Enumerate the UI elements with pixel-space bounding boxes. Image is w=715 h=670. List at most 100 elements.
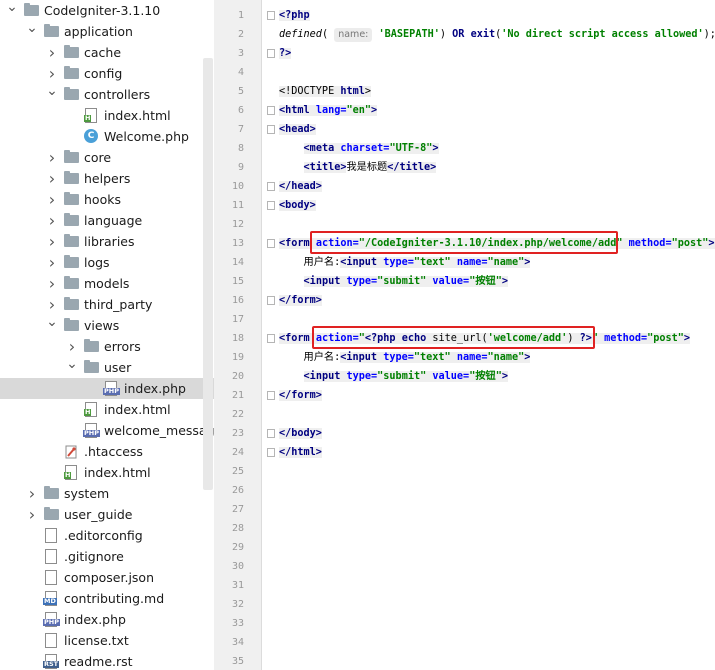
type-value: "text" — [413, 257, 451, 268]
tree-item[interactable]: › cache — [0, 42, 214, 63]
fold-marker-icon[interactable] — [267, 239, 275, 248]
tree-item[interactable]: › core — [0, 147, 214, 168]
fold-marker-icon[interactable] — [267, 106, 275, 115]
paren-close: ) — [439, 29, 453, 40]
chevron-right-icon[interactable]: › — [46, 147, 58, 168]
tag-end: > — [524, 352, 531, 363]
fold-marker-icon[interactable] — [267, 125, 275, 134]
value-value: "按钮" — [469, 371, 502, 382]
tree-item[interactable]: composer.json — [0, 567, 214, 588]
title-tag: <title> — [303, 162, 347, 173]
line-number: 34 — [231, 637, 244, 648]
project-tree[interactable]: ⌄ CodeIgniter-3.1.10 ⌄ application › cache › co… — [0, 0, 214, 670]
tree-item-label: views — [84, 318, 120, 333]
fold-marker-icon[interactable] — [267, 182, 275, 191]
chevron-right-icon[interactable]: › — [46, 273, 58, 294]
tree-item[interactable]: › language — [0, 210, 214, 231]
chevron-right-icon[interactable]: › — [46, 42, 58, 63]
tree-item-label: index.php — [64, 612, 126, 627]
tree-item[interactable]: › config — [0, 63, 214, 84]
tree-item[interactable]: license.txt — [0, 630, 214, 651]
chevron-down-icon[interactable]: ⌄ — [66, 357, 78, 378]
input-tag: <input — [340, 257, 384, 268]
tree-item[interactable]: › helpers — [0, 168, 214, 189]
chevron-right-icon[interactable]: › — [66, 336, 78, 357]
chevron-right-icon[interactable]: › — [46, 252, 58, 273]
head-close-tag: </head> — [279, 181, 322, 192]
line-number: 22 — [231, 409, 244, 420]
fold-marker-icon[interactable] — [267, 391, 275, 400]
chevron-down-icon[interactable]: ⌄ — [46, 84, 58, 105]
chevron-down-icon[interactable]: ⌄ — [26, 21, 38, 42]
tree-item[interactable]: ⌄ application — [0, 21, 214, 42]
code-editor[interactable]: <?php defined( name: 'BASEPATH') OR exit… — [262, 0, 715, 670]
tree-item[interactable]: C Welcome.php — [0, 126, 214, 147]
code-line-8: <meta charset="UTF-8"> — [279, 139, 439, 158]
tree-item[interactable]: .htaccess — [0, 441, 214, 462]
tree-item[interactable]: › hooks — [0, 189, 214, 210]
code-line-7: <head> — [279, 120, 316, 139]
tag-end: > — [501, 276, 508, 287]
tree-item[interactable]: RST readme.rst — [0, 651, 214, 670]
line-number: 10 — [231, 181, 244, 192]
fold-marker-icon[interactable] — [267, 448, 275, 457]
highlight-box-action-url — [310, 231, 618, 254]
tree-item[interactable]: MD contributing.md — [0, 588, 214, 609]
tree-item[interactable]: › logs — [0, 252, 214, 273]
chevron-right-icon[interactable]: › — [46, 189, 58, 210]
parameter-hint: name: — [334, 28, 373, 42]
folder-icon — [44, 486, 59, 499]
tree-item[interactable]: ⌄ controllers — [0, 84, 214, 105]
chevron-right-icon[interactable]: › — [26, 504, 38, 525]
code-line-23: </body> — [279, 424, 322, 443]
tree-item[interactable]: ⌄ views — [0, 315, 214, 336]
fold-marker-icon[interactable] — [267, 201, 275, 210]
tree-item[interactable]: › errors — [0, 336, 214, 357]
exit-keyword: exit — [470, 29, 496, 40]
string-message: 'No direct script access allowed' — [501, 29, 704, 40]
tree-item[interactable]: › models — [0, 273, 214, 294]
folder-icon — [44, 507, 59, 520]
chevron-right-icon[interactable]: › — [46, 168, 58, 189]
folder-icon — [64, 297, 79, 310]
fold-marker-icon[interactable] — [267, 334, 275, 343]
type-value: "text" — [413, 352, 451, 363]
tree-item[interactable]: ⌄ user — [0, 357, 214, 378]
line-number: 6 — [237, 105, 244, 116]
fold-marker-icon[interactable] — [267, 49, 275, 58]
tree-item[interactable]: ⌄ CodeIgniter-3.1.10 — [0, 0, 214, 21]
tree-item-label: index.html — [104, 108, 171, 123]
tree-item[interactable]: .editorconfig — [0, 525, 214, 546]
chevron-right-icon[interactable]: › — [46, 294, 58, 315]
tree-item[interactable]: › libraries — [0, 231, 214, 252]
tree-scrollbar[interactable] — [203, 58, 213, 490]
chevron-down-icon[interactable]: ⌄ — [46, 315, 58, 336]
tree-item-label: system — [64, 486, 110, 501]
tree-item[interactable]: Hindex.html — [0, 399, 214, 420]
tree-item[interactable]: › system — [0, 483, 214, 504]
tree-item-label: core — [84, 150, 112, 165]
tree-item-label: contributing.md — [64, 591, 165, 606]
chevron-right-icon[interactable]: › — [26, 483, 38, 504]
tree-item[interactable]: Hindex.html — [0, 105, 214, 126]
code-line-14: 用户名:<input type="text" name="name"> — [279, 253, 531, 272]
title-close-tag: </title> — [387, 162, 437, 173]
chevron-right-icon[interactable]: › — [46, 210, 58, 231]
tree-item[interactable]: PHP welcome_message.php — [0, 420, 214, 441]
fold-marker-icon[interactable] — [267, 11, 275, 20]
tree-item[interactable]: Hindex.html — [0, 462, 214, 483]
chevron-right-icon[interactable]: › — [46, 231, 58, 252]
tree-item-label: .gitignore — [64, 549, 124, 564]
tree-item[interactable]: .gitignore — [0, 546, 214, 567]
line-number: 29 — [231, 542, 244, 553]
fold-marker-icon[interactable] — [267, 429, 275, 438]
chevron-down-icon[interactable]: ⌄ — [6, 0, 18, 21]
folder-icon — [64, 171, 79, 184]
line-number: 16 — [231, 295, 244, 306]
tree-item[interactable]: PHP index.php — [0, 609, 214, 630]
tree-item[interactable]: › user_guide — [0, 504, 214, 525]
chevron-right-icon[interactable]: › — [46, 63, 58, 84]
tree-item[interactable]: › third_party — [0, 294, 214, 315]
tree-item[interactable]: PHP index.php — [0, 378, 214, 399]
fold-marker-icon[interactable] — [267, 296, 275, 305]
